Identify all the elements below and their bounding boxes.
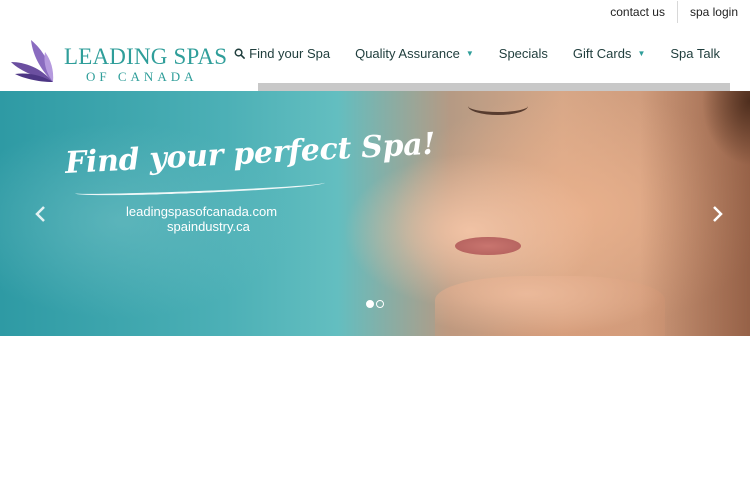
- nav-quality-assurance-label: Quality Assurance: [355, 46, 460, 61]
- nav-gift-cards-label: Gift Cards: [572, 46, 632, 61]
- spa-login-link[interactable]: spa login: [678, 2, 750, 22]
- carousel-dot-1[interactable]: [366, 300, 374, 308]
- logo-title: LEADING SPAS: [64, 44, 228, 69]
- caret-down-icon: ▼: [465, 49, 474, 58]
- headline-underline-swash: [74, 178, 326, 198]
- logo-wordmark: LEADING SPAS OF CANADA: [64, 45, 227, 85]
- logo-subtitle: OF CANADA: [86, 69, 198, 84]
- nav-spa-talk[interactable]: Spa Talk: [670, 46, 720, 61]
- nav-gift-cards[interactable]: Gift Cards ▼: [573, 46, 645, 61]
- search-icon: [234, 48, 246, 59]
- hero-image-hands: [435, 276, 665, 336]
- hero-image-lips: [455, 237, 521, 255]
- caret-down-icon: ▼: [637, 49, 646, 58]
- nav-find-your-spa-label: Find your Spa: [249, 46, 331, 61]
- lotus-petals-icon: [11, 40, 54, 82]
- hero-url-primary: leadingspasofcanada.com: [126, 204, 278, 219]
- hero-headline: Find your perfect Spa!: [64, 126, 437, 181]
- nav-specials-label: Specials: [498, 46, 548, 61]
- carousel-prev-button[interactable]: [30, 201, 50, 227]
- carousel-next-button[interactable]: [708, 201, 728, 227]
- hero-image-eye: [468, 97, 528, 115]
- chevron-right-icon: [713, 206, 723, 222]
- hero-url-secondary: spaindustry.ca: [167, 219, 250, 234]
- hero-image-hair: [690, 91, 750, 181]
- nav-quality-assurance[interactable]: Quality Assurance ▼: [355, 46, 474, 61]
- carousel-indicators: [366, 300, 384, 308]
- carousel-dot-2[interactable]: [376, 300, 384, 308]
- chevron-left-icon: [35, 206, 45, 222]
- nav-find-your-spa[interactable]: Find your Spa: [234, 46, 330, 61]
- utility-nav: contact us spa login: [598, 0, 750, 24]
- hero-carousel: Find your perfect Spa! leadingspasofcana…: [0, 91, 750, 336]
- nav-spa-talk-label: Spa Talk: [670, 46, 720, 61]
- site-logo[interactable]: LEADING SPAS OF CANADA: [9, 38, 239, 88]
- main-nav: Find your Spa Quality Assurance ▼ Specia…: [234, 46, 720, 61]
- contact-us-link[interactable]: contact us: [598, 2, 677, 22]
- nav-specials[interactable]: Specials: [499, 46, 548, 61]
